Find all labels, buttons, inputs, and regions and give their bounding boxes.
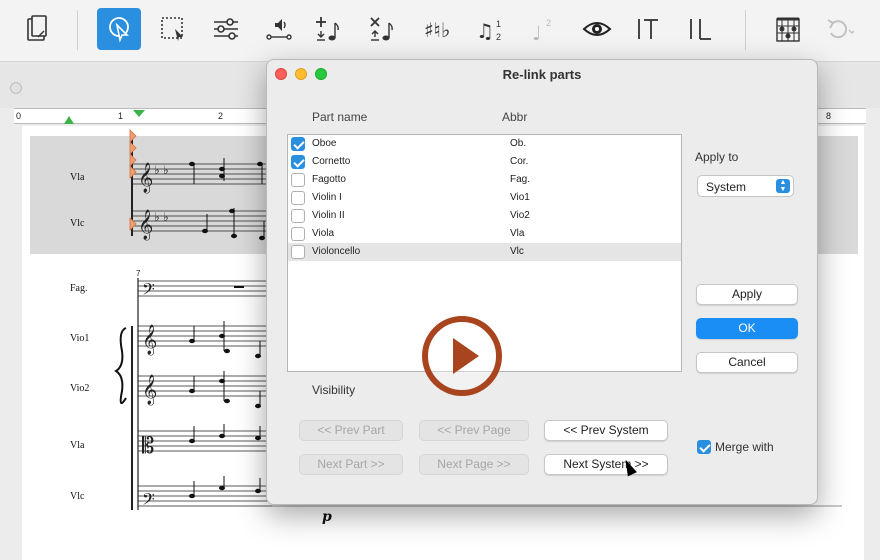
accidentals-icon[interactable]: ♯♮♭	[414, 8, 458, 50]
instrument-label: Vla	[70, 172, 85, 183]
part-checkbox[interactable]	[291, 209, 305, 223]
chord-diagram-icon[interactable]	[766, 8, 810, 50]
svg-text:♯♮♭: ♯♮♭	[424, 18, 450, 42]
list-item[interactable]: Fagotto Fag.	[288, 171, 681, 189]
marquee-select-icon[interactable]	[151, 8, 195, 50]
part-abbr: Vio1	[510, 192, 530, 203]
svg-text:♫: ♫	[476, 19, 494, 43]
column-header-part-name: Part name	[312, 110, 368, 124]
cancel-button[interactable]: Cancel	[696, 352, 798, 373]
svg-text:𝄡: 𝄡	[142, 434, 154, 459]
svg-text:𝄢: 𝄢	[142, 279, 155, 303]
part-name: Viola	[312, 228, 335, 239]
merge-label: Merge with	[715, 440, 774, 454]
svg-text:2: 2	[496, 32, 501, 42]
part-abbr: Fag.	[510, 174, 531, 185]
part-checkbox[interactable]	[291, 245, 305, 259]
list-item[interactable]: Violin I Vio1	[288, 189, 681, 207]
part-abbr: Vlc	[510, 246, 524, 257]
part-abbr: Cor.	[510, 156, 529, 167]
part-checkbox[interactable]	[291, 155, 305, 169]
svg-text:𝄞: 𝄞	[142, 374, 157, 406]
window-dot	[10, 82, 22, 94]
part-name: Oboe	[312, 138, 337, 149]
svg-text:♭ ♭: ♭ ♭	[154, 210, 169, 224]
prev-system-button[interactable]: << Prev System	[544, 420, 668, 441]
remove-note-icon[interactable]	[359, 8, 403, 50]
prev-part-button[interactable]: << Prev Part	[299, 420, 403, 441]
left-indent-marker	[64, 116, 74, 124]
svg-text:𝄞: 𝄞	[138, 162, 153, 194]
instrument-label: Vlc	[70, 218, 85, 229]
part-checkbox[interactable]	[291, 227, 305, 241]
lyrics-icon[interactable]	[678, 8, 722, 50]
part-name: Violin I	[312, 192, 342, 203]
mixer-icon[interactable]	[204, 8, 248, 50]
add-note-icon[interactable]	[305, 8, 349, 50]
list-item[interactable]: Violin II Vio2	[288, 207, 681, 225]
part-abbr: Vla	[510, 228, 525, 239]
toolbar: ♯♮♭ ♫ 1 2 ♩ 2	[0, 0, 880, 62]
list-item-selected[interactable]: Violoncello Vlc	[288, 243, 681, 261]
svg-text:♭ ♭: ♭ ♭	[154, 163, 169, 177]
audio-icon[interactable]	[257, 8, 301, 50]
text-icon[interactable]	[626, 8, 670, 50]
part-name: Fagotto	[312, 174, 346, 185]
part-checkbox[interactable]	[291, 191, 305, 205]
document-icon[interactable]	[14, 8, 58, 50]
apply-to-label: Apply to	[695, 150, 739, 164]
voice-2-icon: ♩ 2	[520, 8, 564, 50]
svg-text:𝄢: 𝄢	[142, 489, 155, 513]
part-name: Violin II	[312, 210, 345, 221]
play-video-icon[interactable]	[422, 316, 502, 396]
list-item[interactable]: Oboe Ob.	[288, 135, 681, 153]
apply-button[interactable]: Apply	[696, 284, 798, 305]
instrument-label: Vla	[70, 440, 85, 451]
visibility-label: Visibility	[312, 383, 356, 397]
voices-icon[interactable]: ♫ 1 2	[468, 8, 512, 50]
svg-text:♩: ♩	[532, 21, 541, 45]
part-abbr: Ob.	[510, 138, 527, 149]
part-name: Violoncello	[312, 246, 361, 257]
part-checkbox[interactable]	[291, 137, 305, 151]
select-icon[interactable]	[97, 8, 141, 50]
next-page-button[interactable]: Next Page >>	[419, 454, 529, 475]
next-part-button[interactable]: Next Part >>	[299, 454, 403, 475]
instrument-label: Vlc	[70, 491, 85, 502]
eye-icon[interactable]	[575, 8, 619, 50]
list-item[interactable]: Viola Vla	[288, 225, 681, 243]
parts-list[interactable]: Oboe Ob. Cornetto Cor. Fagotto Fag. Viol…	[287, 134, 682, 396]
apply-to-value: System	[706, 180, 747, 194]
instrument-label: Vio2	[70, 383, 90, 394]
dialog-titlebar: Re-link parts	[267, 60, 817, 88]
part-name: Cornetto	[312, 156, 351, 167]
merge-checkbox-box[interactable]	[697, 439, 711, 454]
merge-with-checkbox[interactable]: Merge with	[697, 439, 774, 455]
instrument-label: Fag.	[70, 283, 88, 294]
column-header-abbr: Abbr	[502, 110, 528, 124]
dialog-title: Re-link parts	[502, 67, 582, 82]
svg-text:𝄞: 𝄞	[142, 324, 157, 356]
svg-text:1: 1	[496, 19, 501, 29]
part-abbr: Vio2	[510, 210, 530, 221]
apply-to-select[interactable]: System ▲ ▼	[697, 175, 794, 197]
chevron-updown-icon: ▲ ▼	[776, 179, 790, 193]
undo-icon	[816, 8, 860, 50]
relink-parts-dialog: Re-link parts Part name Abbr Oboe Ob. Co…	[266, 59, 818, 505]
part-checkbox[interactable]	[291, 173, 305, 187]
instrument-label: Vio1	[70, 333, 90, 344]
ok-button[interactable]: OK	[696, 318, 798, 339]
first-line-marker	[133, 110, 145, 117]
svg-text:2: 2	[546, 18, 551, 28]
dynamic-marking: p	[322, 509, 332, 525]
svg-text:𝄞: 𝄞	[138, 209, 153, 241]
next-system-button[interactable]: Next System >>	[544, 454, 668, 475]
prev-page-button[interactable]: << Prev Page	[419, 420, 529, 441]
list-item[interactable]: Cornetto Cor.	[288, 153, 681, 171]
svg-text:7: 7	[136, 269, 141, 278]
